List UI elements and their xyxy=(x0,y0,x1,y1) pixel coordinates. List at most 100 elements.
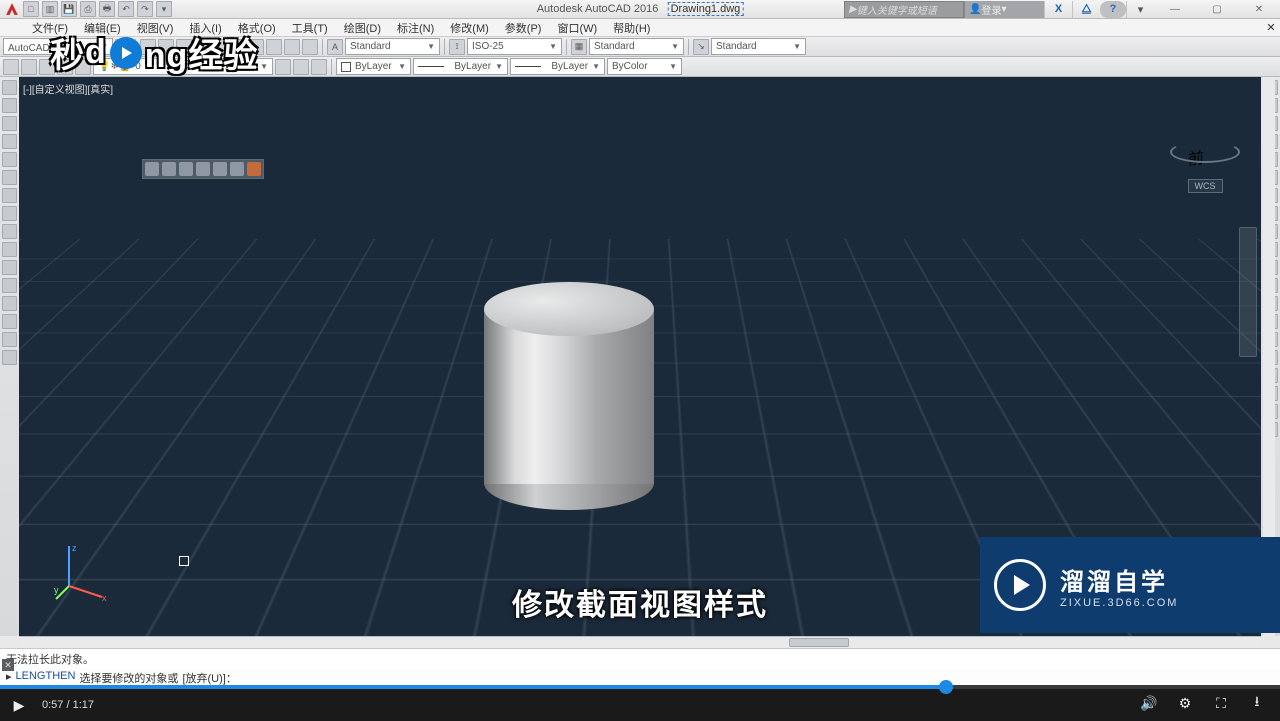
menu-parametric[interactable]: 参数(P) xyxy=(497,19,550,37)
volume-icon[interactable]: 🔊 xyxy=(1140,695,1158,712)
redo-icon[interactable]: ↷ xyxy=(137,1,153,17)
textstyle-icon[interactable]: A xyxy=(327,39,343,55)
mtext-icon[interactable] xyxy=(2,296,17,311)
text-icon[interactable] xyxy=(2,314,17,329)
vs-icon[interactable] xyxy=(247,162,261,176)
vs-icon[interactable] xyxy=(196,162,210,176)
spline-icon[interactable] xyxy=(2,206,17,221)
minimize-button[interactable]: — xyxy=(1154,0,1196,19)
help-search-input[interactable]: ▶ 键入关键字或短语 xyxy=(844,1,964,18)
vs-icon[interactable] xyxy=(230,162,244,176)
progress-knob[interactable] xyxy=(939,680,953,694)
save-icon[interactable]: 💾 xyxy=(61,1,77,17)
layer-tool-icon[interactable] xyxy=(3,59,19,75)
new-icon[interactable]: □ xyxy=(23,1,39,17)
rect-icon[interactable] xyxy=(2,152,17,167)
qat-more-icon[interactable]: ▾ xyxy=(156,1,172,17)
cmd-keyword: LENGTHEN xyxy=(16,670,76,686)
wcs-label[interactable]: WCS xyxy=(1188,179,1223,193)
dim-style-combo[interactable]: ISO-25▼ xyxy=(467,38,562,55)
a-icon[interactable] xyxy=(2,350,17,365)
plot-icon[interactable]: 🖶 xyxy=(99,1,115,17)
svg-text:z: z xyxy=(72,543,77,553)
scrollbar-thumb[interactable] xyxy=(789,638,849,647)
table-style-combo[interactable]: Standard▼ xyxy=(589,38,684,55)
menu-window[interactable]: 窗口(W) xyxy=(549,19,605,37)
menu-modify[interactable]: 修改(M) xyxy=(442,19,497,37)
watermark-url: ZIXUE.3D66.COM xyxy=(1060,597,1178,609)
menu-draw[interactable]: 绘图(D) xyxy=(336,19,389,37)
point-icon[interactable] xyxy=(2,224,17,239)
ellipse-icon[interactable] xyxy=(2,170,17,185)
text-style-combo[interactable]: Standard▼ xyxy=(345,38,440,55)
progress-track[interactable] xyxy=(0,685,1280,689)
vs-icon[interactable] xyxy=(179,162,193,176)
lineweight-combo[interactable]: ByLayer▼ xyxy=(510,58,605,75)
layer-tool-icon[interactable] xyxy=(275,59,291,75)
color-combo[interactable]: ByLayer▼ xyxy=(336,58,411,75)
draw-toolbar xyxy=(0,77,19,636)
line-icon[interactable] xyxy=(2,80,17,95)
hatch-icon[interactable] xyxy=(2,188,17,203)
help-dropdown-icon[interactable]: ▾ xyxy=(1126,1,1154,18)
cmd-close-icon[interactable]: ✕ xyxy=(2,659,14,671)
menu-tools[interactable]: 工具(T) xyxy=(284,19,336,37)
svg-text:x: x xyxy=(102,593,107,601)
menu-dimension[interactable]: 标注(N) xyxy=(389,19,442,37)
play-button[interactable]: ▶ xyxy=(10,697,28,714)
mleaderstyle-icon[interactable]: ↘ xyxy=(693,39,709,55)
play-circle-icon xyxy=(994,559,1046,611)
menu-help[interactable]: 帮助(H) xyxy=(605,19,658,37)
gradient-icon[interactable] xyxy=(2,332,17,347)
vs-icon[interactable] xyxy=(162,162,176,176)
dimstyle-icon[interactable]: ⟟ xyxy=(449,39,465,55)
pline-icon[interactable] xyxy=(2,98,17,113)
block-icon[interactable] xyxy=(2,242,17,257)
close-button[interactable]: ✕ xyxy=(1238,0,1280,19)
arc-icon[interactable] xyxy=(2,134,17,149)
table-icon[interactable] xyxy=(2,260,17,275)
saveas-icon[interactable]: ⎙ xyxy=(80,1,96,17)
tool-icon[interactable] xyxy=(266,39,282,55)
exchange-a-icon[interactable]: ⧋ xyxy=(1072,1,1100,18)
circle-icon[interactable] xyxy=(2,116,17,131)
plotstyle-combo[interactable]: ByColor▼ xyxy=(607,58,682,75)
region-icon[interactable] xyxy=(2,278,17,293)
ucs-icon[interactable]: z y x xyxy=(54,541,114,601)
ml-style-combo[interactable]: Standard▼ xyxy=(711,38,806,55)
tool-icon[interactable] xyxy=(284,39,300,55)
layer-tool-icon[interactable] xyxy=(311,59,327,75)
linetype-combo[interactable]: ByLayer▼ xyxy=(413,58,508,75)
doc-close-button[interactable]: ✕ xyxy=(1262,21,1280,34)
vs-icon[interactable] xyxy=(213,162,227,176)
sign-in-button[interactable]: 👤 登录 ▾ xyxy=(964,1,1044,18)
open-icon[interactable]: ▥ xyxy=(42,1,58,17)
layer-tool-icon[interactable] xyxy=(293,59,309,75)
exchange-x-icon[interactable]: X xyxy=(1044,1,1072,18)
undo-icon[interactable]: ↶ xyxy=(118,1,134,17)
viewcube-compass[interactable] xyxy=(1170,141,1240,163)
quick-access-toolbar: □ ▥ 💾 ⎙ 🖶 ↶ ↷ ▾ xyxy=(23,1,172,17)
viewport-label[interactable]: [-][自定义视图][真实] xyxy=(23,81,113,96)
download-icon[interactable]: ⭳ xyxy=(1248,691,1266,715)
horizontal-scrollbar[interactable] xyxy=(19,636,1261,648)
cylinder-solid[interactable] xyxy=(484,282,654,510)
autocad-window: □ ▥ 💾 ⎙ 🖶 ↶ ↷ ▾ Autodesk AutoCAD 2016 Dr… xyxy=(0,0,1280,685)
settings-icon[interactable]: ⚙ xyxy=(1176,695,1194,712)
navigation-bar[interactable] xyxy=(1239,227,1257,357)
viewcube[interactable]: 前 WCS xyxy=(1179,97,1231,194)
layer-tool-icon[interactable] xyxy=(21,59,37,75)
file-name: Drawing1.dwg xyxy=(668,2,744,16)
command-line[interactable]: ✕ 无法拉长此对象。 ▸ LENGTHEN 选择要修改的对象或 [放弃(U)]： xyxy=(0,648,1280,685)
cmd-history: 无法拉长此对象。 xyxy=(0,649,1280,669)
help-button[interactable]: ? xyxy=(1100,1,1126,18)
brand-overlay: 秒dng经验 xyxy=(50,28,258,77)
tool-icon[interactable] xyxy=(302,39,318,55)
fullscreen-icon[interactable]: ⛶ xyxy=(1212,695,1230,712)
svg-text:y: y xyxy=(54,585,59,595)
pick-box-cursor xyxy=(179,556,189,566)
tablestyle-icon[interactable]: ▦ xyxy=(571,39,587,55)
maximize-button[interactable]: ▢ xyxy=(1196,0,1238,19)
video-subtitle: 修改截面视图样式 xyxy=(512,580,768,624)
vs-icon[interactable] xyxy=(145,162,159,176)
